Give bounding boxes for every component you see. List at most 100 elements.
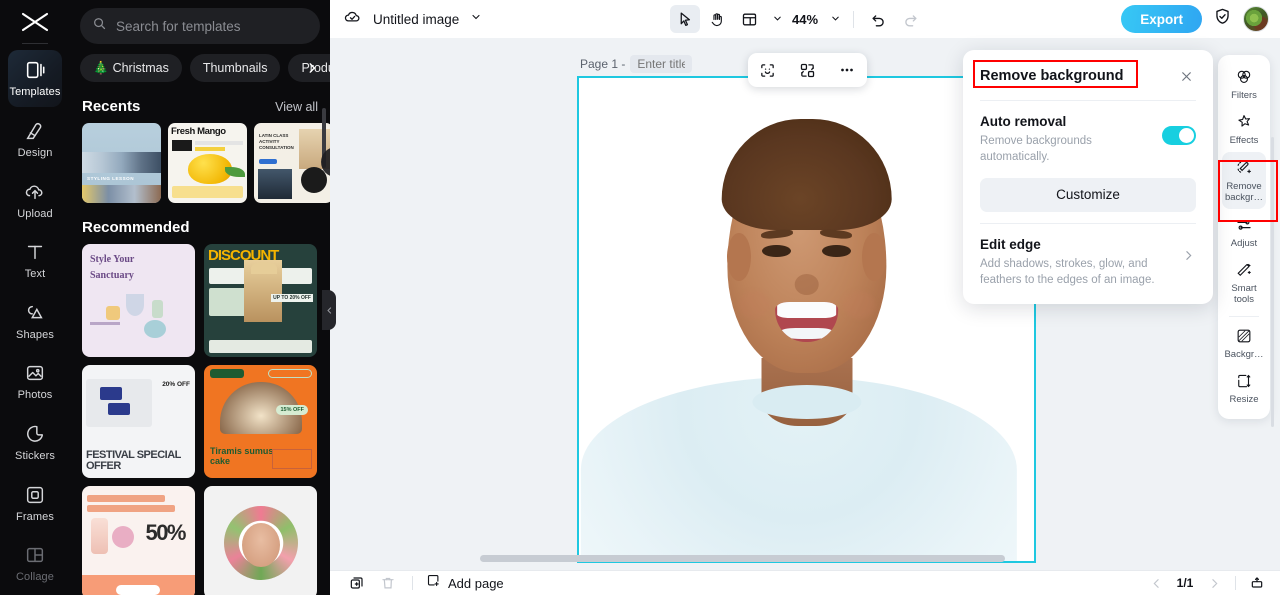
sidebar-item-label: Upload — [17, 207, 53, 220]
panel-divider-2 — [980, 222, 1196, 224]
thumbnail-sub: UP TO 20% OFF — [271, 294, 313, 302]
bottom-bar: Add page 1/1 — [330, 570, 1280, 595]
ear-right — [862, 232, 887, 281]
chip-thumbnails[interactable]: Thumbnails — [189, 54, 281, 82]
capcut-logo-icon[interactable] — [14, 6, 56, 39]
crop-icon[interactable] — [753, 57, 783, 83]
replace-image-icon[interactable] — [792, 57, 822, 83]
frames-icon — [23, 483, 47, 507]
tool-resize[interactable]: Resize — [1222, 365, 1266, 410]
mouth — [774, 301, 839, 343]
template-card-tiramisu-cake[interactable]: 15% OFF Tiramis sumus cake — [204, 365, 317, 478]
customize-button[interactable]: Customize — [980, 177, 1196, 212]
tool-background[interactable]: Backgr… — [1222, 320, 1266, 365]
user-avatar[interactable] — [1243, 6, 1269, 32]
undo-button[interactable] — [863, 5, 893, 33]
sidebar-item-templates[interactable]: Templates — [8, 49, 62, 108]
recent-card-styling-lesson[interactable]: STYLING LESSON — [82, 123, 161, 203]
hand-tool-button[interactable] — [702, 5, 732, 33]
thumbnail-caption: STYLING LESSON — [87, 176, 135, 181]
sidebar-item-shapes[interactable]: Shapes — [8, 292, 62, 350]
chip-christmas[interactable]: 🎄 Christmas — [80, 54, 182, 82]
trash-icon[interactable] — [377, 573, 399, 593]
tool-smart-tools[interactable]: Smart tools — [1222, 254, 1266, 311]
tool-effects[interactable]: Effects — [1222, 106, 1266, 151]
chips-next-icon[interactable] — [302, 58, 322, 78]
select-tool-button[interactable] — [670, 5, 700, 33]
adjust-sliders-icon — [1234, 215, 1254, 235]
sidebar-item-photos[interactable]: Photos — [8, 353, 62, 411]
template-card-discount[interactable]: DISCOUNT UP TO 20% OFF — [204, 244, 317, 357]
thumbnail-sub: 20% OFF — [162, 381, 190, 388]
sidebar-item-text[interactable]: Text — [8, 231, 62, 289]
template-card-style-your-sanctuary[interactable]: Style Your Sanctuary — [82, 244, 195, 357]
collar — [751, 384, 862, 419]
canvas-tools: 44% — [670, 5, 925, 33]
topbar-right-group: Export — [1121, 5, 1269, 33]
text-icon — [23, 240, 47, 264]
upload-cloud-icon — [23, 180, 47, 204]
shield-check-icon[interactable] — [1213, 7, 1232, 31]
edit-edge-row[interactable]: Edit edge Add shadows, strokes, glow, an… — [980, 237, 1196, 289]
zoom-level[interactable]: 44% — [788, 12, 822, 27]
panel-collapse-handle[interactable] — [322, 290, 336, 330]
next-page-icon[interactable] — [1203, 573, 1225, 593]
close-icon[interactable] — [1176, 66, 1196, 86]
search-input[interactable] — [116, 18, 308, 34]
sidebar-item-upload[interactable]: Upload — [8, 171, 62, 229]
redo-button[interactable] — [895, 5, 925, 33]
prev-page-icon[interactable] — [1145, 573, 1167, 593]
auto-removal-toggle[interactable] — [1162, 126, 1196, 145]
timeline-icon[interactable] — [1246, 573, 1268, 593]
edit-edge-label: Edit edge — [980, 236, 1041, 252]
page-title-input[interactable] — [630, 55, 693, 73]
templates-panel: 🎄 Christmas Thumbnails Produ Recents Vie… — [70, 0, 330, 595]
recommended-grid: Style Your Sanctuary DISCOUNT UP TO 20% … — [82, 244, 318, 595]
zoom-chevron-down-icon[interactable] — [830, 12, 841, 27]
bottom-divider — [412, 576, 413, 590]
rail-divider — [22, 42, 48, 44]
sidebar-item-label: Design — [17, 146, 53, 159]
recents-view-all-link[interactable]: View all — [275, 100, 318, 114]
remove-background-icon — [1234, 158, 1254, 178]
thumbnail-caption: LATIN CLASS ACTIVITY CONSULTATION — [259, 133, 294, 151]
chevron-down-icon[interactable] — [470, 10, 482, 28]
recent-card-fresh-mango[interactable]: Fresh Mango — [168, 123, 247, 203]
canvas-horizontal-scrollbar[interactable] — [480, 555, 1005, 562]
search-bar[interactable] — [80, 8, 320, 44]
template-card-festival-special-offer[interactable]: 20% OFF FESTIVAL SPECIAL OFFER — [82, 365, 195, 478]
sidebar-item-stickers[interactable]: Stickers — [8, 413, 62, 471]
layout-tool-button[interactable] — [734, 5, 764, 33]
thumbnail-caption: Fresh Mango — [171, 126, 226, 137]
chip-label: Thumbnails — [202, 61, 268, 75]
top-toolbar: Untitled image 44% Export — [330, 0, 1280, 38]
tool-remove-background[interactable]: Remove backgr… — [1222, 151, 1266, 209]
tool-adjust[interactable]: Adjust — [1222, 209, 1266, 254]
thumbnail-caption: Tiramis sumus cake — [210, 446, 274, 466]
design-icon — [23, 119, 47, 143]
christmas-tree-icon: 🎄 — [93, 60, 109, 75]
chevron-right-icon — [1180, 249, 1196, 262]
recent-card-latin-class[interactable]: LATIN CLASS ACTIVITY CONSULTATION — [254, 123, 330, 203]
template-card-floral-portrait[interactable] — [204, 486, 317, 595]
edit-edge-description: Add shadows, strokes, glow, and feathers… — [980, 257, 1155, 286]
export-button[interactable]: Export — [1121, 5, 1202, 33]
page-title-row: Page 1 - — [580, 55, 693, 73]
layout-chevron-down-icon[interactable] — [772, 12, 783, 27]
document-title-group[interactable]: Untitled image — [343, 7, 482, 31]
add-page-button[interactable]: Add page — [426, 573, 504, 593]
tool-label: Resize — [1229, 394, 1259, 406]
sidebar-item-frames[interactable]: Frames — [8, 474, 62, 532]
search-icon — [92, 16, 107, 36]
lower-teeth — [781, 328, 832, 339]
right-rail-scrollbar[interactable] — [1271, 137, 1274, 427]
more-options-icon[interactable] — [832, 57, 862, 83]
cloud-saved-icon — [343, 7, 362, 31]
sidebar-item-collage[interactable]: Collage — [8, 534, 62, 592]
tool-filters[interactable]: Filters — [1222, 61, 1266, 106]
shapes-icon — [23, 301, 47, 325]
template-card-skincare-lotion[interactable]: 50% — [82, 486, 195, 595]
collage-icon — [23, 543, 47, 567]
duplicate-page-icon[interactable] — [346, 573, 368, 593]
sidebar-item-design[interactable]: Design — [8, 110, 62, 168]
